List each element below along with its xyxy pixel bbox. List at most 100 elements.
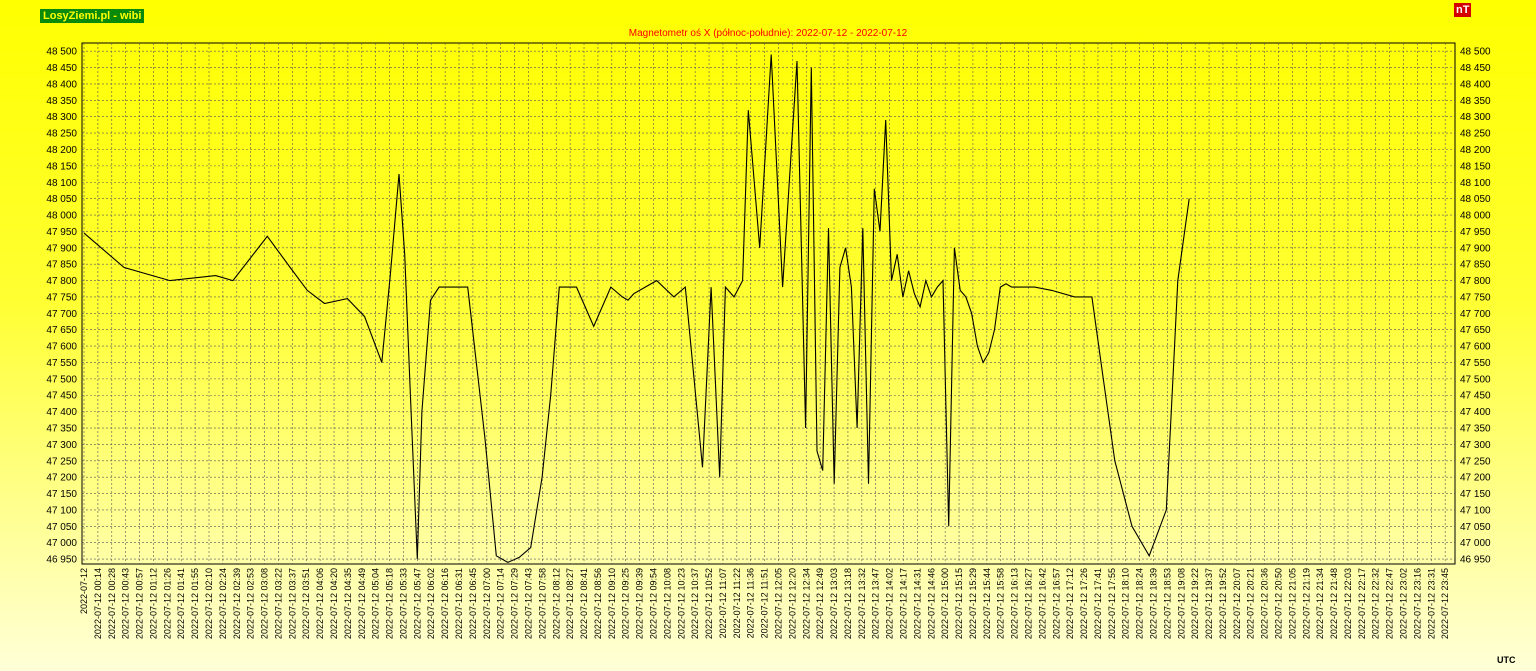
y-tick-label-left: 47 000 <box>46 538 77 549</box>
magnetometer-chart: 46 950 46 950 47 000 47 000 47 050 47 050 47 1… <box>46 42 1491 639</box>
y-tick-label-left: 48 150 <box>46 161 77 172</box>
x-tick-label: 2022-07-12 02:53 <box>246 568 256 639</box>
x-tick-label: 2022-07-12 05:33 <box>398 568 408 639</box>
x-tick-label: 2022-07-12 06:31 <box>454 568 464 639</box>
x-tick-label: 2022-07-12 15:44 <box>982 568 992 639</box>
x-tick-label: 2022-07-12 00:43 <box>121 568 131 639</box>
x-tick-label: 2022-07-12 07:14 <box>496 568 506 639</box>
x-tick-label: 2022-07-12 04:35 <box>343 568 353 639</box>
x-tick-label: 2022-07-12 00:28 <box>107 568 117 639</box>
x-tick-label: 2022-07-12 20:21 <box>1246 568 1256 639</box>
x-tick-label: 2022-07-12 11:51 <box>760 568 770 638</box>
x-tick-label: 2022-07-12 11:07 <box>718 568 728 638</box>
x-tick-label: 2022-07-12 11:36 <box>746 568 756 638</box>
y-tick-label-left: 46 950 <box>46 555 77 566</box>
x-tick-label: 2022-07-12 09:10 <box>607 568 617 639</box>
x-tick-label: 2022-07-12 07:29 <box>510 568 520 639</box>
x-tick-label: 2022-07-12 12:49 <box>815 568 825 639</box>
x-tick-label: 2022-07-12 05:47 <box>412 568 422 639</box>
y-tick-label-left: 48 100 <box>46 178 77 189</box>
y-tick-label-left: 47 450 <box>46 391 77 402</box>
y-tick-label-right: 47 200 <box>1460 473 1491 484</box>
x-tick-label: 2022-07-12 12:20 <box>787 568 797 639</box>
x-tick-label: 2022-07-12 04:49 <box>357 568 367 639</box>
x-tick-label: 2022-07-12 13:18 <box>843 568 853 639</box>
x-tick-label: 2022-07-12 21:05 <box>1287 568 1297 639</box>
y-tick-label-left: 47 800 <box>46 276 77 287</box>
x-tick-label: 2022-07-12 03:51 <box>301 568 311 639</box>
x-tick-label: 2022-07-12 02:39 <box>232 568 242 639</box>
x-tick-label: 2022-07-12 17:41 <box>1093 568 1103 639</box>
x-tick-label: 2022-07-12 18:10 <box>1121 568 1131 639</box>
y-tick-label-left: 47 950 <box>46 227 77 238</box>
y-tick-label-left: 48 450 <box>46 63 77 74</box>
y-tick-label-right: 46 950 <box>1460 555 1491 566</box>
y-tick-label-left: 47 200 <box>46 473 77 484</box>
y-tick-label-left: 47 650 <box>46 325 77 336</box>
x-tick-label: 2022-07-12 15:00 <box>940 568 950 639</box>
x-tick-label: 2022-07-12 03:08 <box>260 568 270 639</box>
x-tick-label: 2022-07-12 19:22 <box>1190 568 1200 639</box>
y-tick-label-right: 48 150 <box>1460 161 1491 172</box>
x-tick-label: 2022-07-12 10:52 <box>704 568 714 639</box>
y-tick-label-right: 47 350 <box>1460 424 1491 435</box>
x-tick-label: 2022-07-12 16:13 <box>1010 568 1020 639</box>
y-tick-label-right: 47 500 <box>1460 374 1491 385</box>
x-tick-label: 2022-07-12 15:29 <box>968 568 978 639</box>
x-tick-label: 2022-07-12 13:32 <box>857 568 867 639</box>
y-tick-label-right: 48 200 <box>1460 145 1491 156</box>
y-tick-label-left: 48 350 <box>46 96 77 107</box>
x-tick-label: 2022-07-12 09:54 <box>648 568 658 639</box>
y-tick-label-left: 48 300 <box>46 112 77 123</box>
x-tick-label: 2022-07-12 14:02 <box>885 568 895 639</box>
x-tick-label: 2022-07-12 07:43 <box>523 568 533 639</box>
x-tick-label: 2022-07-12 12:05 <box>773 568 783 639</box>
y-tick-label-right: 48 250 <box>1460 129 1491 140</box>
x-tick-label: 2022-07-12 00:57 <box>135 568 145 639</box>
x-tick-label: 2022-07-12 18:53 <box>1162 568 1172 639</box>
x-tick-label: 2022-07-12 17:26 <box>1079 568 1089 639</box>
x-tick-label: 2022-07-12 21:19 <box>1301 568 1311 639</box>
y-tick-label-right: 47 300 <box>1460 440 1491 451</box>
x-tick-label: 2022-07-12 13:03 <box>829 568 839 639</box>
y-tick-label-left: 48 400 <box>46 79 77 90</box>
x-tick-label: 2022-07-12 23:02 <box>1399 568 1409 639</box>
x-tick-label: 2022-07-12 23:31 <box>1426 568 1436 639</box>
x-tick-label: 2022-07-12 23:45 <box>1440 568 1450 639</box>
y-tick-label-left: 47 300 <box>46 440 77 451</box>
y-tick-label-right: 48 050 <box>1460 194 1491 205</box>
x-tick-label: 2022-07-12 17:55 <box>1107 568 1117 639</box>
x-tick-label: 2022-07-12 08:12 <box>551 568 561 639</box>
x-tick-label: 2022-07-12 09:25 <box>621 568 631 639</box>
x-tick-label: 2022-07-12 04:20 <box>329 568 339 639</box>
y-tick-label-right: 48 500 <box>1460 47 1491 58</box>
x-tick-label: 2022-07-12 22:03 <box>1343 568 1353 639</box>
x-tick-label: 2022-07-12 16:42 <box>1037 568 1047 639</box>
x-tick-label: 2022-07-12 23:16 <box>1412 568 1422 639</box>
x-tick-label: 2022-07-12 01:26 <box>162 568 172 639</box>
x-tick-label: 2022-07-12 03:37 <box>287 568 297 639</box>
y-tick-label-right: 48 450 <box>1460 63 1491 74</box>
y-tick-label-left: 47 500 <box>46 374 77 385</box>
x-tick-label: 2022-07-12 17:12 <box>1065 568 1075 639</box>
x-tick-label: 2022-07-12 05:18 <box>385 568 395 639</box>
x-tick-label: 2022-07-12 19:52 <box>1218 568 1228 639</box>
y-tick-label-right: 47 800 <box>1460 276 1491 287</box>
x-tick-label: 2022-07-12 18:24 <box>1135 568 1145 639</box>
y-tick-label-right: 47 850 <box>1460 260 1491 271</box>
x-tick-label: 2022-07-12 06:45 <box>468 568 478 639</box>
x-tick-label: 2022-07-12 15:15 <box>954 568 964 639</box>
x-tick-label: 2022-07-12 21:34 <box>1315 568 1325 639</box>
x-tick-label: 2022-07-12 01:12 <box>148 568 158 639</box>
x-tick-label: 2022-07-12 08:27 <box>565 568 575 639</box>
y-tick-label-right: 48 000 <box>1460 211 1491 222</box>
x-tick-label: 2022-07-12 02:24 <box>218 568 228 639</box>
y-tick-label-right: 47 750 <box>1460 292 1491 303</box>
y-tick-label-left: 47 550 <box>46 358 77 369</box>
y-tick-label-right: 47 400 <box>1460 407 1491 418</box>
y-tick-label-right: 48 300 <box>1460 112 1491 123</box>
y-tick-label-left: 48 250 <box>46 129 77 140</box>
y-tick-label-left: 47 400 <box>46 407 77 418</box>
x-tick-label: 2022-07-12 10:37 <box>690 568 700 639</box>
x-tick-label: 2022-07-12 10:08 <box>662 568 672 639</box>
